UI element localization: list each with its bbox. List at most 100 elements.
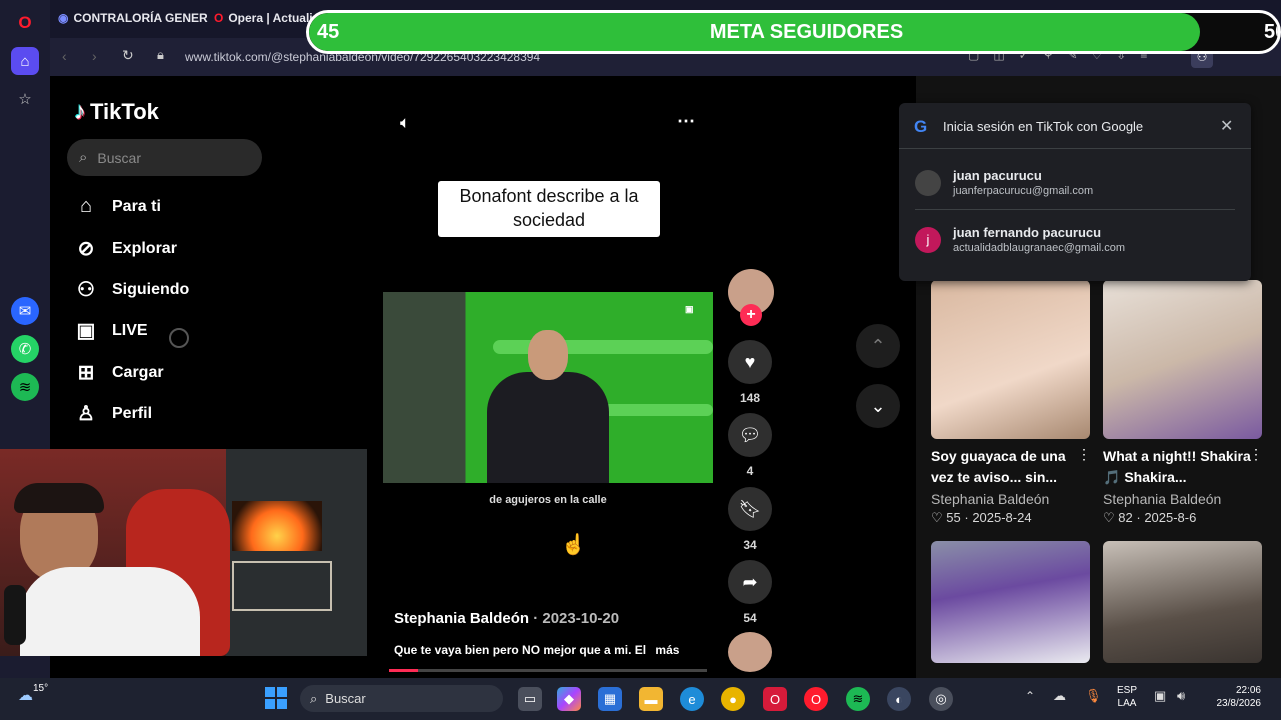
lock-icon: 🔒︎ [157, 47, 164, 62]
weather-icon[interactable]: ☁ [18, 686, 33, 704]
heart-icon: ♥ [744, 351, 756, 372]
volume-icon[interactable]: 🔊︎ [1177, 688, 1185, 704]
video-author-line: Stephania Baldeón · 2023-10-20 [394, 610, 620, 627]
chevron-up-icon[interactable]: ⌃ [1025, 689, 1035, 703]
video-author[interactable]: Stephania Baldeón [394, 610, 529, 627]
next-video-button[interactable]: ⌄ [856, 384, 900, 428]
avatar [915, 169, 941, 196]
tiktok-logo[interactable]: ♪ TikTok [74, 98, 159, 126]
opera-icon[interactable]: O [804, 687, 828, 711]
chevron-down-icon: ⌄ [870, 395, 886, 416]
nav-live[interactable]: ▣ LIVE [74, 318, 148, 343]
opera-gx-icon[interactable]: O [763, 687, 787, 711]
follower-goal-bar: 45 META SEGUIDORES 50 [306, 10, 1281, 54]
video-thumbnail[interactable] [931, 541, 1090, 663]
share-button[interactable]: ➦ [728, 560, 772, 604]
clock[interactable]: 22:06 23/8/2026 [1206, 684, 1262, 710]
nav-perfil[interactable]: ♙ Perfil [74, 401, 152, 426]
video-likes: 82 [1118, 510, 1133, 525]
comment-icon: 💬︎ [738, 424, 762, 445]
nav-explorar[interactable]: ⊘ Explorar [74, 236, 177, 261]
comment-button[interactable]: 💬︎ [728, 413, 772, 457]
video-author[interactable]: Stephania Baldeón [931, 491, 1049, 507]
previous-video-button[interactable]: ⌃ [856, 324, 900, 368]
progress-fill [389, 669, 418, 672]
video-player[interactable]: ▣ [383, 292, 713, 483]
kebab-menu-icon[interactable]: ⋮ [1077, 446, 1091, 463]
more-options-icon[interactable]: ⋯ [677, 111, 695, 132]
video-thumbnail[interactable] [1103, 541, 1262, 663]
weather-temp: 15° [33, 683, 49, 694]
webcam-wall [226, 449, 367, 656]
file-explorer-icon[interactable]: ▬ [639, 687, 663, 711]
sound-avatar[interactable] [728, 632, 772, 672]
nav-para-ti[interactable]: ⌂ Para ti [74, 195, 161, 218]
taskbar-search[interactable]: ⌕ Buscar [300, 685, 503, 712]
nav-siguiendo[interactable]: ⚇ Siguiendo [74, 277, 189, 302]
star-icon[interactable]: ☆ [11, 85, 39, 113]
kebab-menu-icon[interactable]: ⋮ [1249, 446, 1263, 463]
video-title[interactable]: What a night!! Shakira 🎵 Shakira... [1103, 446, 1253, 488]
more-link[interactable]: más [655, 643, 679, 657]
network-icon[interactable]: ▣ [1154, 688, 1166, 704]
webcam-overlay [0, 449, 367, 656]
avatar: j [915, 226, 941, 253]
save-button[interactable]: 🔖︎ [728, 487, 772, 531]
whatsapp-icon[interactable]: ✆ [11, 335, 39, 363]
taskbar-search-label: Buscar [325, 691, 366, 706]
forward-icon[interactable]: › [92, 48, 97, 64]
search-input[interactable]: ⌕ Buscar [67, 139, 262, 176]
video-title[interactable]: Soy guayaca de una vez te aviso... sin..… [931, 446, 1081, 488]
windows-start-icon[interactable] [265, 687, 287, 709]
search-icon: ⌕ [310, 690, 318, 706]
language-indicator[interactable]: ESP LAA [1117, 684, 1137, 710]
tab-label: CONTRALORÍA GENERAL [73, 11, 208, 25]
nav-label: Siguiendo [112, 280, 190, 298]
google-account-1[interactable]: juan pacurucu juanferpacurucu@gmail.com [915, 168, 1093, 197]
home-icon[interactable]: ⌂ [11, 47, 39, 75]
fireplace-screen [232, 501, 322, 551]
like-button[interactable]: ♥ [728, 340, 772, 384]
spotify-icon[interactable]: ≋ [11, 373, 39, 401]
presenter-figure [487, 372, 609, 483]
share-count: 54 [743, 611, 757, 625]
microphone-icon [4, 585, 26, 645]
obs-icon[interactable]: ◎ [929, 687, 953, 711]
tab-opera[interactable]: O Opera | Actualiz [214, 6, 314, 30]
save-count: 34 [743, 538, 757, 552]
video-subtitle: de agujeros en la calle [489, 494, 607, 506]
microphone-icon[interactable]: 🎙︎ [1085, 688, 1102, 704]
nav-label: Para ti [112, 197, 161, 215]
close-icon[interactable]: ✕ [1220, 116, 1233, 136]
video-thumbnail[interactable] [1103, 280, 1262, 439]
opera-logo-icon[interactable]: O [11, 9, 39, 37]
edge-icon[interactable]: e [680, 687, 704, 711]
clock-time: 22:06 [1235, 685, 1261, 696]
reload-icon[interactable]: ↻ [122, 47, 134, 64]
video-date: 2023-10-20 [542, 610, 620, 627]
messenger-icon[interactable]: ✉ [11, 297, 39, 325]
tab-contraloria[interactable]: ◉ CONTRALORÍA GENERAL [58, 6, 208, 30]
video-description: Que te vaya bien pero NO mejor que a mi.… [394, 643, 679, 657]
video-author[interactable]: Stephania Baldeón [1103, 491, 1221, 507]
follow-plus-icon[interactable]: + [740, 304, 762, 326]
divider [899, 148, 1251, 149]
presenter-head [528, 330, 568, 380]
chrome-icon[interactable]: ● [721, 687, 745, 711]
app-icon[interactable]: ◐ [887, 687, 911, 711]
cloud-icon[interactable]: ☁ [1053, 688, 1066, 704]
progress-track[interactable] [389, 669, 707, 672]
back-icon[interactable]: ‹ [62, 48, 67, 64]
store-icon[interactable]: ▦ [598, 687, 622, 711]
task-view-icon[interactable]: ▭ [518, 687, 542, 711]
copilot-icon[interactable]: ◆ [557, 687, 581, 711]
volume-icon[interactable]: 🔈︎ [400, 113, 410, 133]
like-count: 148 [739, 391, 761, 405]
account-name: juan fernando pacurucu [953, 225, 1102, 240]
video-thumbnail[interactable] [931, 280, 1090, 439]
google-account-2[interactable]: j juan fernando pacurucu actualidadblaug… [915, 225, 1125, 254]
comment-count: 4 [746, 464, 754, 478]
spotify-icon[interactable]: ≋ [846, 687, 870, 711]
nav-cargar[interactable]: ⊞ Cargar [74, 360, 164, 385]
video-stats: ♡ 55 · 2025-8-24 [931, 510, 1032, 525]
